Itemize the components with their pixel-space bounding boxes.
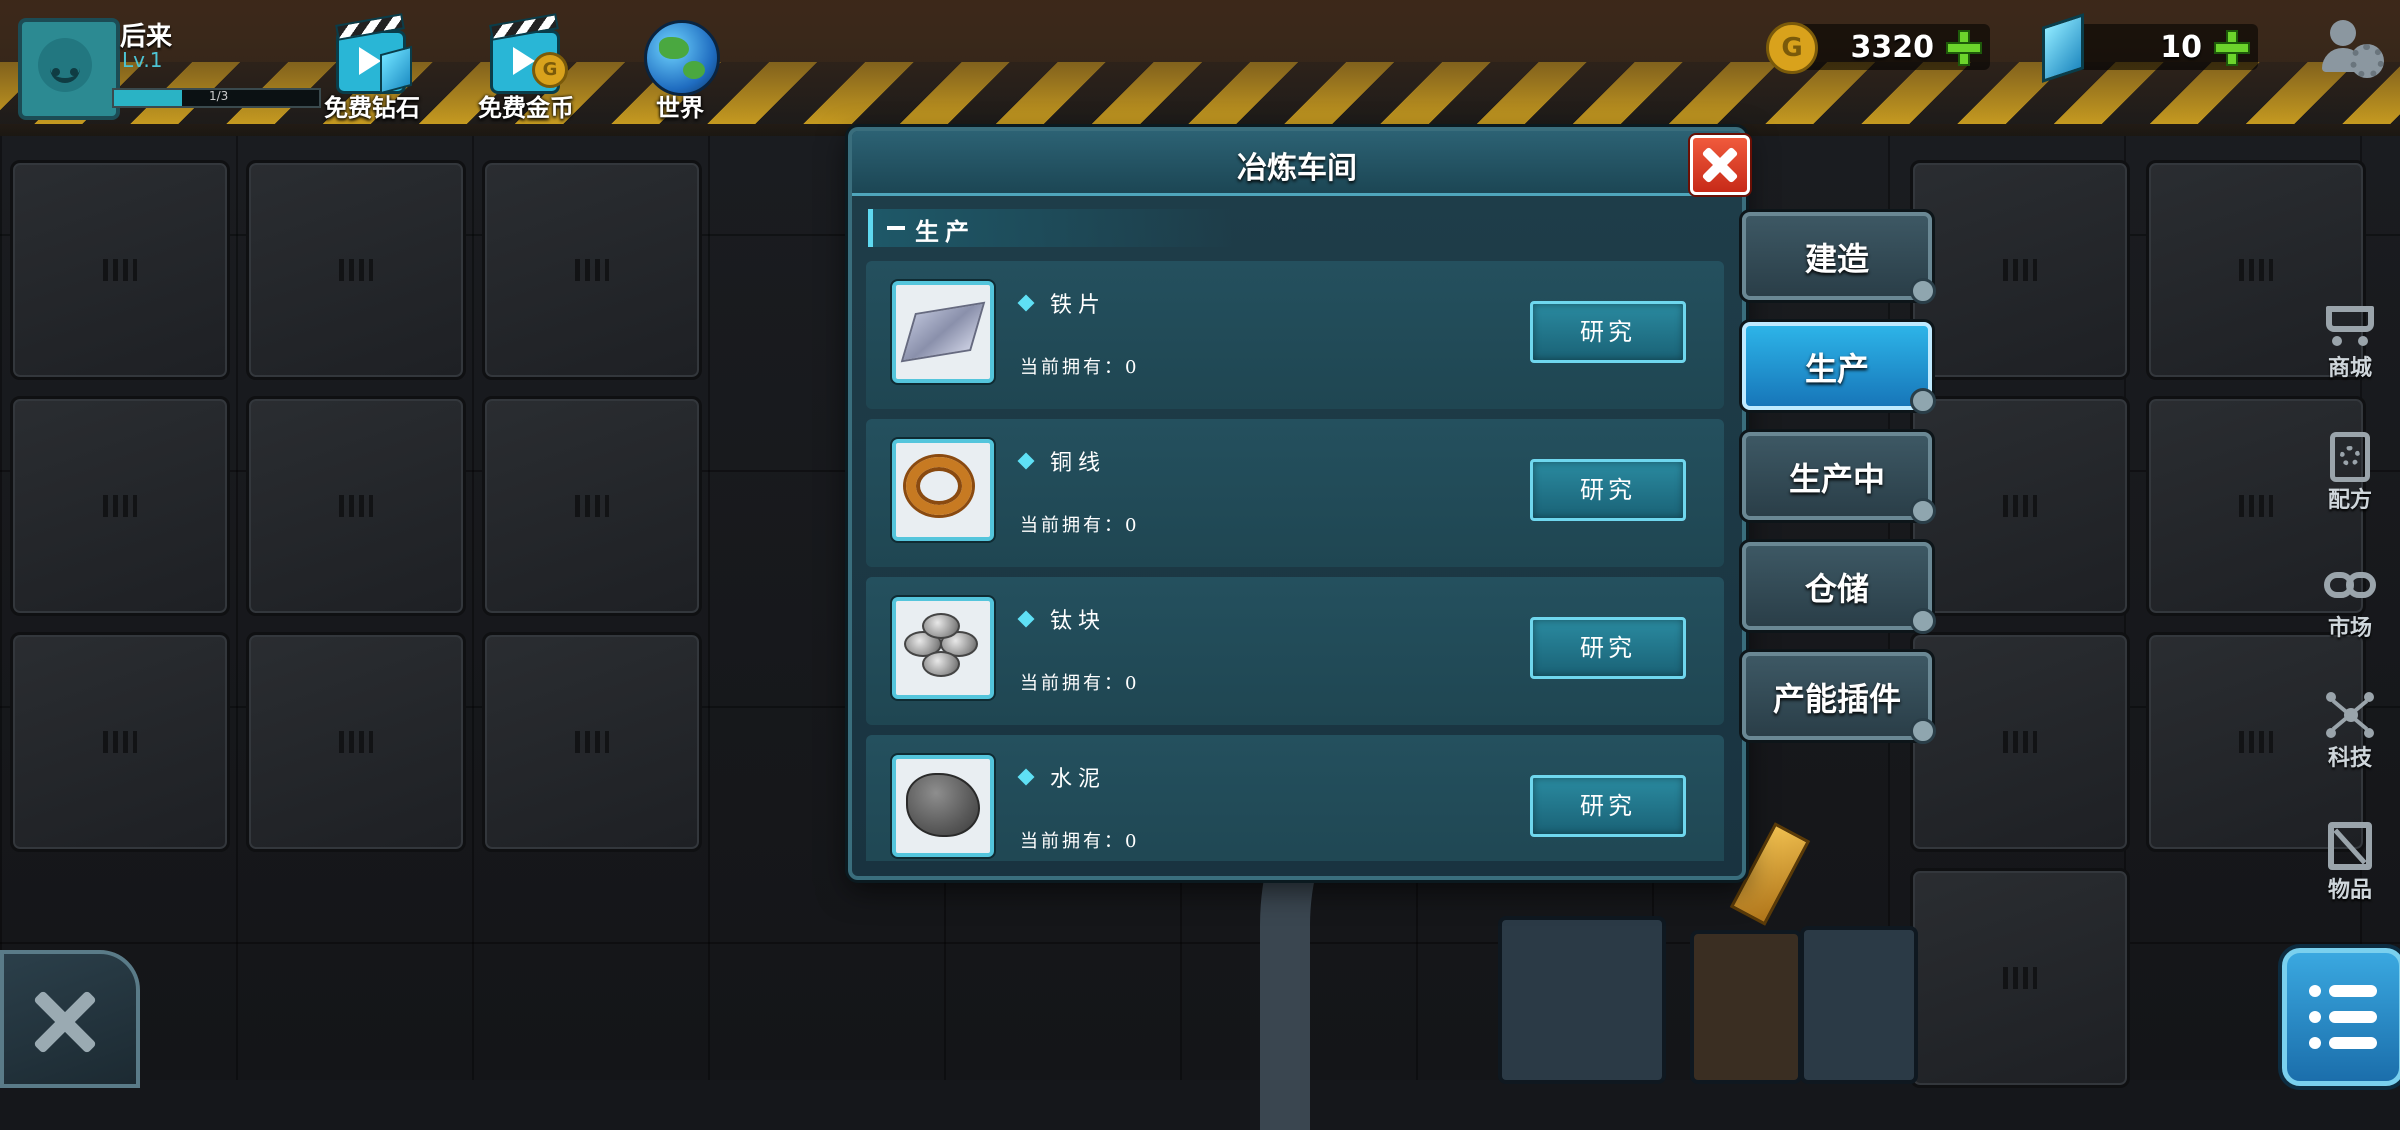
floor-tile: [482, 632, 702, 852]
machine[interactable]: [1690, 930, 1802, 1084]
menu-recipe-label: 配方: [2327, 488, 2372, 513]
recipe-gear-icon: [2322, 432, 2378, 482]
cement-icon: [892, 755, 994, 857]
menu-items[interactable]: 物品: [2310, 822, 2390, 904]
add-diamond-button[interactable]: [2214, 30, 2250, 66]
menu-recipe[interactable]: 配方: [2310, 432, 2390, 514]
floor-tile: [246, 632, 466, 852]
tab-produce[interactable]: 生产: [1742, 322, 1936, 414]
item-owned: 当前拥有：0: [1020, 673, 1140, 694]
machine[interactable]: [1498, 916, 1666, 1084]
market-link-icon: [2322, 560, 2378, 610]
item-name: 水泥: [1050, 767, 1107, 792]
menu-items-label: 物品: [2327, 878, 2372, 903]
item-name: 铁片: [1050, 293, 1107, 318]
gold-value: 3320: [1850, 30, 1935, 65]
list-icon: [2309, 985, 2377, 997]
floor-tile: [1910, 632, 2130, 852]
production-list[interactable]: 铁片 当前拥有：0 研究 铜线 当前拥有：0 研究 钛块 当前拥有：0 研究 水…: [866, 261, 1724, 861]
item-owned: 当前拥有：0: [1020, 831, 1140, 852]
avatar-face-icon: [38, 38, 92, 92]
item-owned: 当前拥有：0: [1020, 515, 1140, 536]
video-diamond-icon: [326, 16, 418, 96]
xp-bar-fill: [114, 90, 182, 106]
diamond-bullet-icon: [1017, 768, 1035, 786]
floor-tile: [1910, 396, 2130, 616]
settings-button[interactable]: [2316, 14, 2384, 78]
floor-tile: [1910, 160, 2130, 380]
menu-shop[interactable]: 商城: [2310, 300, 2390, 382]
dialog-header: 冶炼车间: [852, 131, 1742, 196]
tab-capacity-plugin[interactable]: 产能插件: [1742, 652, 1936, 744]
xp-bar: 1/3: [112, 88, 321, 108]
item-name: 钛块: [1050, 609, 1107, 634]
tab-produce-label: 生产: [1804, 350, 1869, 388]
menu-market-label: 市场: [2327, 616, 2372, 641]
research-button[interactable]: 研究: [1530, 775, 1686, 837]
diamond-value: 10: [2160, 30, 2202, 65]
free-coin-button[interactable]: G 免费金币: [466, 16, 586, 123]
diamond-bullet-icon: [1017, 294, 1035, 312]
floor-tile: [10, 160, 230, 380]
menu-tech-label: 科技: [2327, 746, 2372, 771]
section-header: 生产: [868, 209, 1233, 247]
floor-tile: [246, 160, 466, 380]
player-avatar[interactable]: [18, 18, 120, 120]
gold-coin-icon: G: [1766, 22, 1818, 74]
list-item: 铜线 当前拥有：0 研究: [866, 419, 1724, 567]
titanium-block-icon: [892, 597, 994, 699]
player-level: Lv.1: [122, 48, 163, 72]
globe-icon: [634, 16, 726, 96]
tab-capacity-plugin-label: 产能插件: [1772, 680, 1901, 718]
menu-shop-label: 商城: [2327, 356, 2372, 381]
research-button[interactable]: 研究: [1530, 617, 1686, 679]
tab-build[interactable]: 建造: [1742, 212, 1936, 304]
list-item: 水泥 当前拥有：0 研究: [866, 735, 1724, 861]
section-label: 生产: [915, 217, 975, 246]
user-settings-icon: [2330, 20, 2356, 46]
floor-tile: [10, 396, 230, 616]
diamond-counter: 10: [2042, 13, 2258, 83]
tab-storage[interactable]: 仓储: [1742, 542, 1936, 634]
floor-tile: [482, 160, 702, 380]
add-gold-button[interactable]: [1946, 30, 1982, 66]
xp-text: 1/3: [209, 89, 229, 103]
tab-build-label: 建造: [1804, 240, 1869, 278]
floor-tile: [1910, 868, 2130, 1088]
video-coin-icon: G: [480, 16, 572, 96]
item-owned: 当前拥有：0: [1020, 357, 1140, 378]
smelting-workshop-dialog: 冶炼车间 生产 铁片 当前拥有：0 研究 铜线 当前拥有：0 研究 钛块 当前拥…: [848, 127, 1750, 880]
tech-nodes-icon: [2322, 690, 2378, 740]
gold-counter: G 3320: [1766, 22, 1990, 74]
floor-tile: [10, 632, 230, 852]
close-button[interactable]: [1690, 135, 1750, 195]
dialog-title: 冶炼车间: [1237, 151, 1357, 186]
tab-in-production[interactable]: 生产中: [1742, 432, 1936, 524]
build-tools-button[interactable]: [0, 950, 140, 1088]
cart-icon: [2322, 300, 2378, 350]
crate-icon: [2322, 822, 2378, 872]
floor-tile: [246, 396, 466, 616]
world-button[interactable]: 世界: [620, 16, 740, 123]
diamond-bullet-icon: [1017, 610, 1035, 628]
menu-tech[interactable]: 科技: [2310, 690, 2390, 772]
list-item: 钛块 当前拥有：0 研究: [866, 577, 1724, 725]
list-item: 铁片 当前拥有：0 研究: [866, 261, 1724, 409]
item-name: 铜线: [1050, 451, 1107, 476]
free-diamond-button[interactable]: 免费钻石: [312, 16, 432, 123]
main-menu-button[interactable]: [2282, 948, 2400, 1086]
copper-wire-icon: [892, 439, 994, 541]
diamond-bullet-icon: [1017, 452, 1035, 470]
machine[interactable]: [1800, 926, 1918, 1084]
floor-tile: [482, 396, 702, 616]
research-button[interactable]: 研究: [1530, 301, 1686, 363]
iron-sheet-icon: [892, 281, 994, 383]
tab-in-production-label: 生产中: [1788, 460, 1885, 498]
tab-storage-label: 仓储: [1804, 570, 1869, 608]
research-button[interactable]: 研究: [1530, 459, 1686, 521]
menu-market[interactable]: 市场: [2310, 560, 2390, 642]
